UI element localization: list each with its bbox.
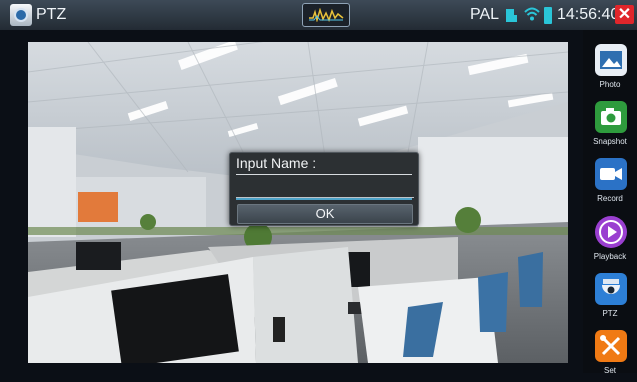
signal-waveform-button[interactable] bbox=[302, 3, 350, 27]
sidebar-item-ptz[interactable]: PTZ bbox=[583, 267, 637, 325]
sidebar-item-label: Record bbox=[597, 194, 623, 203]
sidebar-item-label: Photo bbox=[599, 80, 621, 89]
input-name-label: Input Name : bbox=[236, 155, 317, 171]
dome-camera-icon bbox=[595, 273, 627, 305]
app-logo-icon[interactable] bbox=[10, 4, 32, 26]
divider bbox=[236, 198, 412, 200]
clock-time: 14:56:40 bbox=[557, 6, 620, 23]
play-icon bbox=[595, 216, 627, 248]
ok-button[interactable]: OK bbox=[237, 204, 413, 224]
camera-icon bbox=[595, 101, 627, 133]
sidebar-item-set[interactable]: Set bbox=[583, 324, 637, 382]
close-button[interactable]: ✕ bbox=[615, 5, 634, 24]
divider bbox=[236, 174, 412, 175]
top-bar: PTZ PAL 14:56:40 ✕ bbox=[0, 0, 637, 30]
tools-icon bbox=[595, 330, 627, 362]
sidebar-item-label: Playback bbox=[593, 252, 627, 261]
sidebar: Photo Snapshot Record Playback PTZ Set bbox=[583, 30, 637, 375]
sidebar-item-label: Snapshot bbox=[593, 137, 627, 146]
wifi-icon bbox=[524, 7, 540, 21]
photo-icon bbox=[595, 44, 627, 76]
sidebar-item-photo[interactable]: Photo bbox=[583, 38, 637, 96]
name-input[interactable] bbox=[236, 177, 414, 198]
battery-icon bbox=[544, 7, 552, 24]
sidebar-item-snapshot[interactable]: Snapshot bbox=[583, 95, 637, 153]
signal-strength-icon bbox=[506, 9, 517, 22]
sidebar-item-label: PTZ bbox=[602, 309, 618, 318]
video-camera-icon bbox=[595, 158, 627, 190]
sidebar-item-record[interactable]: Record bbox=[583, 152, 637, 210]
sidebar-item-playback[interactable]: Playback bbox=[583, 210, 637, 268]
input-name-dialog: Input Name : OK bbox=[229, 152, 419, 226]
video-format-label: PAL bbox=[470, 6, 500, 23]
sidebar-item-label: Set bbox=[603, 366, 616, 375]
waveform-icon bbox=[309, 8, 344, 22]
page-title: PTZ bbox=[36, 6, 67, 23]
